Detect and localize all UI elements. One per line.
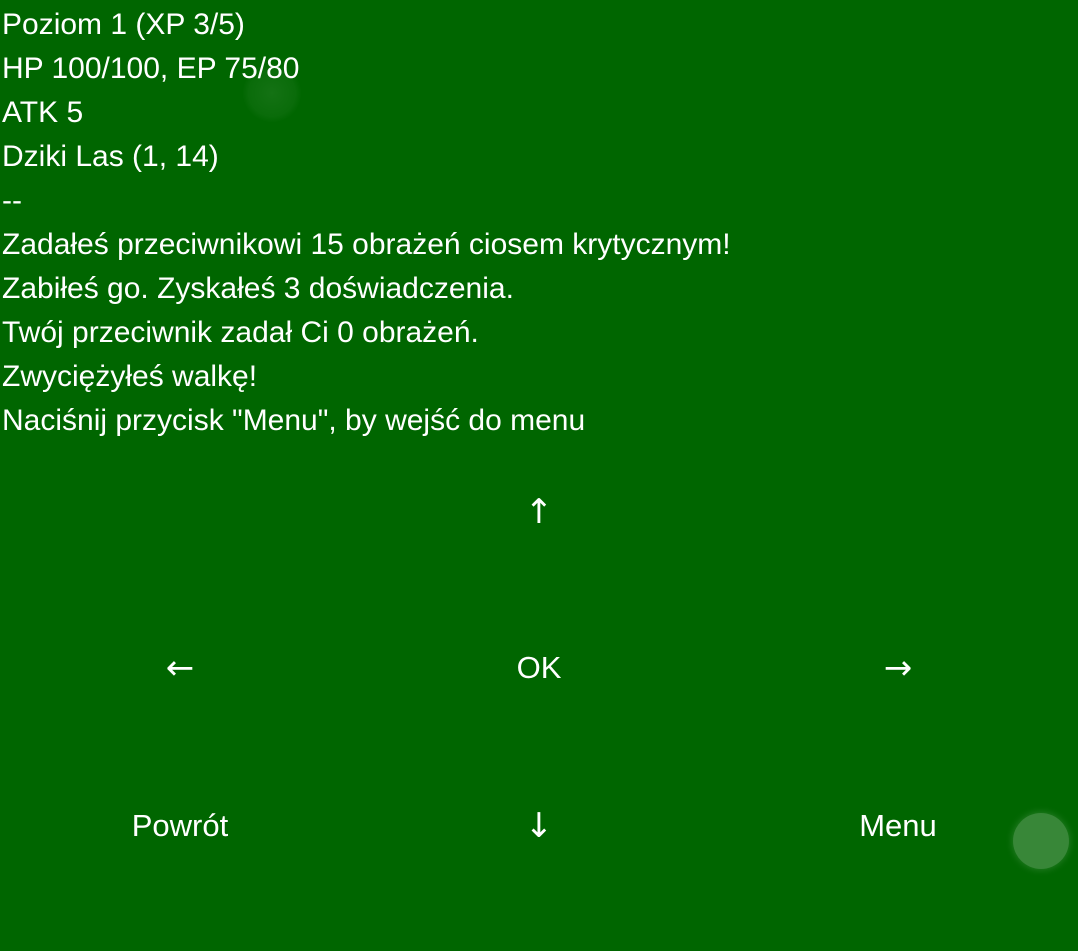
hp-ep-status: HP 100/100, EP 75/80: [2, 52, 300, 85]
message-line: Zwyciężyłeś walkę!: [2, 360, 258, 393]
arrow-left-icon: ←: [165, 648, 195, 688]
menu-button-label: Menu: [859, 808, 937, 843]
arrow-right-icon: →: [883, 648, 913, 688]
back-button-label: Powrót: [131, 808, 229, 843]
right-button[interactable]: →: [718, 628, 1078, 708]
level-status: Poziom 1 (XP 3/5): [2, 8, 245, 41]
separator: --: [2, 184, 22, 217]
message-line: Naciśnij przycisk "Menu", by wejść do me…: [2, 404, 586, 437]
ok-button-label: OK: [516, 650, 562, 685]
back-button[interactable]: Powrót: [0, 786, 360, 866]
message-line: Zadałeś przeciwnikowi 15 obrażeń ciosem …: [2, 228, 731, 261]
arrow-down-icon: ↓: [524, 806, 554, 846]
attack-status: ATK 5: [2, 96, 84, 129]
up-button[interactable]: ↑: [359, 472, 719, 552]
message-line: Twój przeciwnik zadał Ci 0 obrażeń.: [2, 316, 479, 349]
message-line: Zabiłeś go. Zyskałeś 3 doświadczenia.: [2, 272, 514, 305]
left-button[interactable]: ←: [0, 628, 360, 708]
location-status: Dziki Las (1, 14): [2, 140, 219, 173]
ok-button[interactable]: OK: [359, 628, 719, 708]
menu-button[interactable]: Menu: [718, 786, 1078, 866]
arrow-up-icon: ↑: [524, 492, 554, 532]
game-log: Poziom 1 (XP 3/5) HP 100/100, EP 75/80 A…: [2, 3, 731, 443]
down-button[interactable]: ↓: [359, 786, 719, 866]
